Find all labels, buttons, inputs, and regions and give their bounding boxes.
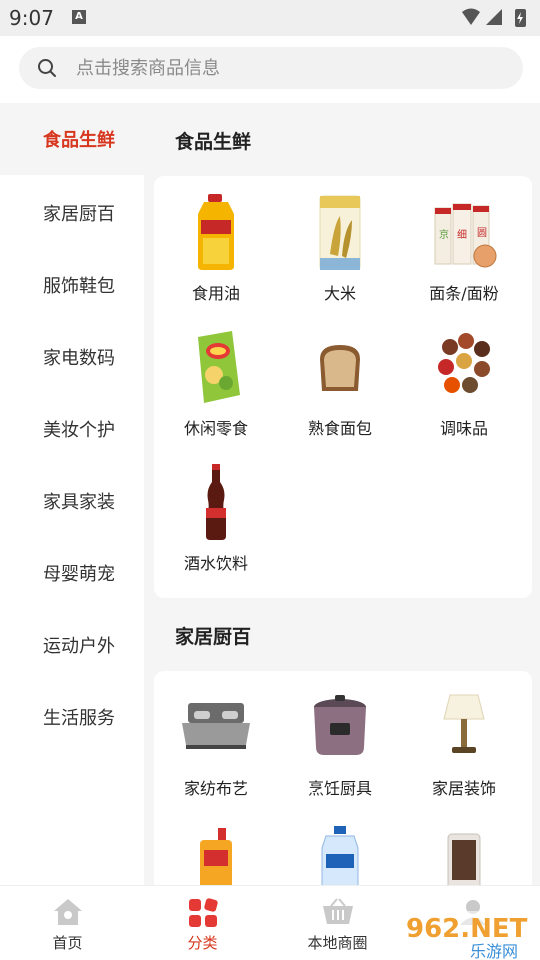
category-label: 酒水饮料 — [183, 554, 248, 573]
category-noodles-flour[interactable]: 京 细 圆 面条/面粉 — [402, 176, 526, 306]
svg-text:细: 细 — [457, 228, 467, 241]
category-content: 食品生鲜 食用油 大米 京 细 圆 面条/面粉 休闲零食 熟食面包 调味品 酒水… — [144, 103, 540, 885]
sidebar-item-home-kitchen[interactable]: 家居厨百 — [0, 177, 144, 249]
section-title-food: 食品生鲜 — [175, 131, 252, 153]
category-bread[interactable]: 熟食面包 — [278, 311, 402, 441]
category-label: 烹饪厨具 — [307, 779, 372, 798]
category-snacks[interactable]: 休闲零食 — [154, 311, 278, 441]
nav-label: 首页 — [52, 934, 83, 952]
lamp-icon — [443, 694, 485, 753]
food-category-card: 食用油 大米 京 细 圆 面条/面粉 休闲零食 熟食面包 调味品 酒水饮料 — [154, 176, 532, 598]
status-bar: 9:07 A — [0, 0, 540, 36]
nav-label: 本地商圈 — [307, 934, 368, 952]
section-title-home-kitchen: 家居厨百 — [175, 626, 252, 648]
category-icon — [188, 898, 218, 927]
category-home-decor[interactable]: 家居装饰 — [402, 671, 526, 801]
snack-chips-icon — [198, 331, 240, 403]
sidebar-item-label: 母婴萌宠 — [43, 564, 115, 585]
cooking-oil-icon — [198, 194, 234, 270]
bed-icon — [182, 703, 250, 749]
category-sidebar: 食品生鲜 家居厨百 服饰鞋包 家电数码 美妆个护 家具家装 母婴萌宠 运动户外 … — [0, 103, 144, 885]
category-bedding[interactable]: 家纺布艺 — [154, 671, 278, 801]
category-label: 休闲零食 — [183, 419, 248, 438]
sidebar-item-apparel[interactable]: 服饰鞋包 — [0, 249, 144, 321]
sidebar-item-services[interactable]: 生活服务 — [0, 681, 144, 753]
category-label: 家居装饰 — [431, 779, 496, 798]
cola-bottle-icon — [206, 464, 226, 540]
sidebar-item-label: 生活服务 — [43, 708, 115, 729]
category-label: 食用油 — [191, 284, 240, 303]
rice-bag-icon — [319, 195, 361, 270]
search-bar — [0, 36, 540, 102]
sidebar-item-label: 家具家装 — [43, 492, 115, 513]
notification-icon: A — [72, 10, 86, 24]
category-cleaning[interactable] — [154, 806, 278, 885]
home-icon — [53, 899, 82, 925]
sidebar-item-label: 家电数码 — [43, 348, 115, 369]
search-box[interactable] — [19, 47, 523, 89]
status-icons — [462, 8, 526, 27]
sidebar-item-label: 服饰鞋包 — [43, 276, 115, 297]
nav-local-business[interactable]: 本地商圈 — [270, 886, 405, 960]
category-beverages[interactable]: 酒水饮料 — [154, 446, 278, 576]
signal-icon — [486, 9, 502, 25]
sidebar-item-beauty[interactable]: 美妆个护 — [0, 393, 144, 465]
category-label: 熟食面包 — [307, 419, 372, 438]
category-cookware[interactable]: 烹饪厨具 — [278, 671, 402, 801]
spices-icon — [438, 333, 490, 393]
category-label: 大米 — [323, 284, 356, 303]
sidebar-item-label: 食品生鲜 — [43, 130, 115, 151]
nav-category[interactable]: 分类 — [135, 886, 270, 960]
watermark-subtext: 乐游网 — [470, 942, 518, 960]
status-time: 9:07 — [9, 6, 54, 30]
category-laundry[interactable] — [278, 806, 402, 885]
home-kitchen-category-card: 家纺布艺 烹饪厨具 家居装饰 — [154, 671, 532, 885]
sidebar-item-label: 运动户外 — [43, 636, 115, 657]
category-label: 家纺布艺 — [183, 779, 248, 798]
cup-icon — [447, 833, 481, 885]
svg-text:京: 京 — [439, 228, 449, 241]
sidebar-item-electronics[interactable]: 家电数码 — [0, 321, 144, 393]
watermark-text: 962.NET — [406, 914, 528, 944]
svg-text:圆: 圆 — [477, 227, 487, 239]
bread-icon — [320, 345, 360, 391]
wifi-icon — [462, 8, 480, 25]
noodles-flour-icon: 京 细 圆 — [434, 203, 497, 268]
sidebar-item-label: 美妆个护 — [43, 420, 115, 441]
detergent-icon — [321, 826, 359, 885]
category-label: 调味品 — [439, 419, 488, 438]
category-rice[interactable]: 大米 — [278, 176, 402, 306]
category-label: 面条/面粉 — [429, 284, 499, 303]
watermark-logo: 962.NET 乐游网 — [400, 911, 540, 960]
nav-home[interactable]: 首页 — [0, 886, 135, 960]
category-spices[interactable]: 调味品 — [402, 311, 526, 441]
basket-icon — [322, 898, 353, 924]
category-cooking-oil[interactable]: 食用油 — [154, 176, 278, 306]
sidebar-item-label: 家居厨百 — [43, 204, 115, 225]
sidebar-item-sports[interactable]: 运动户外 — [0, 609, 144, 681]
sidebar-item-food[interactable]: 食品生鲜 — [0, 103, 144, 175]
category-drinkware[interactable] — [402, 806, 526, 885]
search-icon — [38, 59, 56, 77]
nav-label: 分类 — [187, 934, 218, 952]
pressure-cooker-icon — [314, 695, 366, 755]
sidebar-item-furniture[interactable]: 家具家装 — [0, 465, 144, 537]
dish-soap-icon — [200, 828, 232, 885]
sidebar-item-baby-pet[interactable]: 母婴萌宠 — [0, 537, 144, 609]
search-input[interactable] — [76, 47, 496, 89]
